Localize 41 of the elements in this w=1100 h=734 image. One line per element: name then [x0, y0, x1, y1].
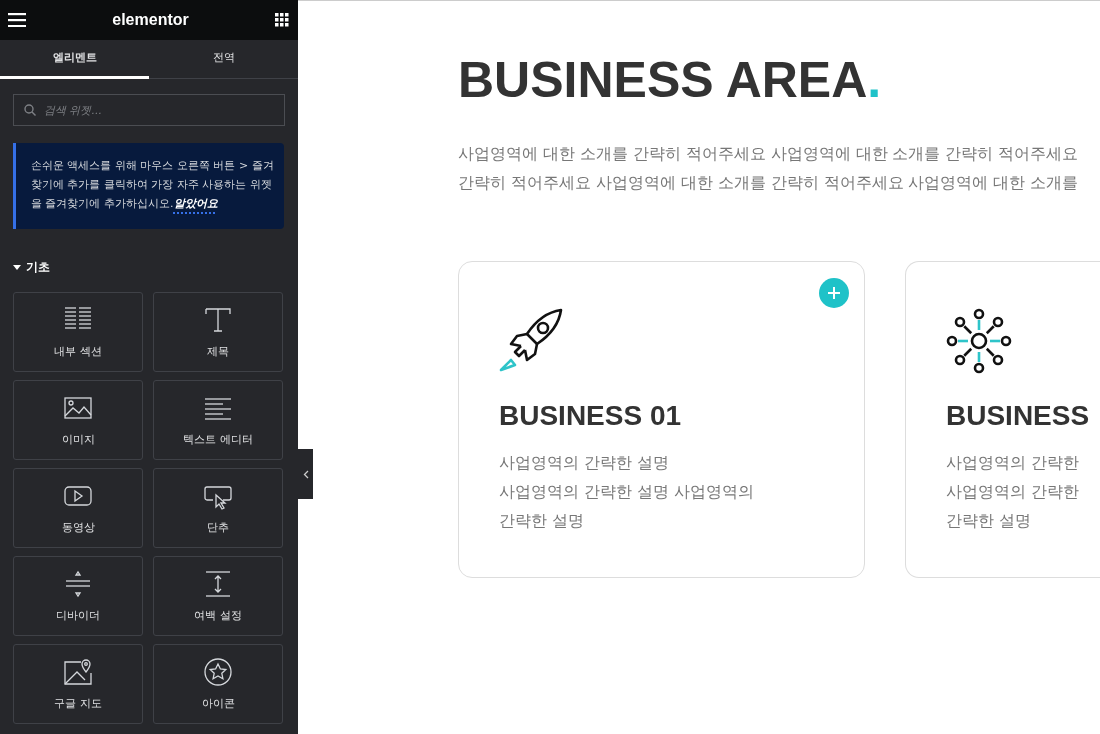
- widget-tile[interactable]: 여백 설정: [153, 556, 283, 636]
- widget-tile[interactable]: 텍스트 에디터: [153, 380, 283, 460]
- search-field[interactable]: 검색 위젯...: [13, 94, 285, 126]
- card-title: BUSINESS: [946, 400, 1091, 432]
- card-title: BUSINESS 01: [499, 400, 683, 432]
- widget-tile[interactable]: 구글 지도: [13, 644, 143, 724]
- card-description: 사업영역의 간략한 설명: [499, 452, 671, 474]
- card-description: 사업영역의 간략한 설명 사업영역의: [499, 481, 756, 503]
- card-description: 간략한 설명: [946, 510, 1033, 532]
- collapse-panel-button[interactable]: [298, 449, 313, 499]
- widget-tile[interactable]: 디바이더: [13, 556, 143, 636]
- chevron-left-icon: [302, 469, 309, 479]
- widget-tile[interactable]: 이미지: [13, 380, 143, 460]
- intro-text: 사업영역에 대한 소개를 간략히 적어주세요 사업영역에 대한 소개를 간략히 적어주세요: [458, 144, 1080, 165]
- card-description: 사업영역의 간략한: [946, 481, 1081, 503]
- menu-icon[interactable]: [8, 13, 26, 27]
- search-icon: [24, 104, 36, 116]
- apps-grid-icon[interactable]: [275, 13, 289, 27]
- got-it-link[interactable]: 알았어요: [173, 197, 218, 210]
- category-title[interactable]: 기초: [26, 259, 50, 276]
- intro-text: 간략히 적어주세요 사업영역에 대한 소개를 간략히 적어주세요 사업영역에 대한 소개를: [458, 173, 1080, 194]
- plus-icon: [828, 287, 840, 299]
- widget-tile[interactable]: 아이콘: [153, 644, 283, 724]
- widget-tile[interactable]: 내부 섹션: [13, 292, 143, 372]
- widget-tile[interactable]: 제목: [153, 292, 283, 372]
- section-title: BUSINESS AREA.: [458, 51, 883, 109]
- network-icon: [946, 308, 1012, 374]
- heading-icon: [203, 305, 233, 335]
- spacer-icon: [203, 569, 233, 599]
- card-description: 간략한 설명: [499, 510, 586, 532]
- divider-icon: [63, 569, 93, 599]
- widget-tile[interactable]: 동영상: [13, 468, 143, 548]
- logo: elementor: [112, 11, 189, 29]
- favorites-tip: 손쉬운 액세스를 위해 마우스 오른쪽 버튼 > 즐겨찾기에 추가를 클릭하여 가장 자주 사용하는 위젯을 즐겨찾기에 추가하십시오.알았어요: [13, 143, 284, 229]
- widget-tile[interactable]: 단추: [153, 468, 283, 548]
- panel-tab[interactable]: 엘리멘트: [0, 40, 149, 79]
- rocket-icon: [499, 308, 565, 374]
- map-pin-icon: [63, 657, 93, 687]
- panel-tab[interactable]: 전역: [149, 40, 298, 79]
- caret-icon[interactable]: [13, 264, 21, 271]
- card-description: 사업영역의 간략한: [946, 452, 1081, 474]
